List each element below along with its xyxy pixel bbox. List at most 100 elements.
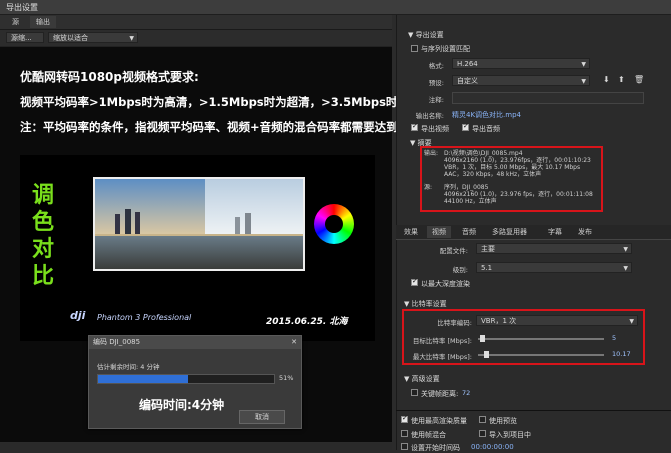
preset-value: 自定义	[457, 77, 478, 85]
target-bitrate-slider[interactable]	[478, 338, 604, 340]
level-dropdown[interactable]: 5.1 ▼	[476, 262, 632, 273]
video-date-text: 2015.06.25. 北海	[266, 317, 348, 327]
comment-input[interactable]	[452, 92, 644, 104]
save-preset-icon[interactable]: ⬇	[603, 75, 610, 84]
export-audio-label: 导出音频	[472, 125, 500, 133]
tab-output[interactable]: 输出	[30, 16, 56, 28]
timeline-bar[interactable]	[0, 443, 392, 450]
export-video-label: 导出视频	[421, 125, 449, 133]
frame-blend-label: 使用帧混合	[411, 431, 446, 439]
divider	[396, 410, 671, 411]
max-bitrate-knob[interactable]	[484, 351, 489, 358]
zoom-dropdown[interactable]: 缩放以适合 ▼	[48, 32, 138, 43]
output-name-link[interactable]: 精灵4K调色对比.mp4	[452, 110, 521, 120]
window-title: 导出设置	[6, 3, 38, 12]
target-bitrate-knob[interactable]	[480, 335, 485, 342]
dialog-titlebar: 编码 DJI_0085 ✕	[89, 336, 301, 349]
color-wheel-icon	[314, 204, 354, 244]
source-scale-dropdown[interactable]: 源缩...	[6, 32, 44, 43]
tab-multiplexer[interactable]: 多路复用器	[487, 226, 532, 238]
export-video-checkbox[interactable]	[411, 122, 418, 131]
encoding-value: VBR，1 次	[481, 317, 517, 325]
match-sequence-label: 与序列设置匹配	[421, 45, 470, 53]
max-bitrate-slider[interactable]	[478, 354, 604, 356]
progress-fill	[98, 375, 188, 383]
export-section-header[interactable]: ▼ 导出设置	[408, 30, 444, 40]
import-project-checkbox[interactable]	[479, 430, 486, 437]
source-scale-label: 源缩...	[11, 34, 32, 42]
dji-logo: dji	[70, 309, 86, 322]
format-label: 格式:	[428, 62, 444, 70]
close-icon[interactable]: ✕	[291, 336, 297, 349]
advanced-section-header[interactable]: ▼ 高级设置	[404, 374, 440, 384]
progress-percent: 51%	[279, 374, 294, 382]
max-render-quality-checkbox[interactable]	[401, 414, 408, 423]
frame-blend-checkbox[interactable]	[401, 430, 408, 437]
keyframe-checkbox[interactable]	[411, 389, 418, 396]
export-audio-checkbox[interactable]	[462, 122, 469, 131]
encoding-label: 比特率编码:	[437, 319, 472, 327]
profile-label: 配置文件:	[439, 247, 468, 255]
chevron-down-icon: ▼	[629, 318, 634, 325]
level-value: 5.1	[481, 264, 493, 272]
start-time-label: 设置开始时间码	[411, 444, 460, 452]
max-bitrate-value[interactable]: 10.17	[612, 350, 631, 358]
use-preview-label: 使用预览	[489, 417, 517, 425]
dialog-title: 编码 DJI_0085	[93, 338, 141, 346]
encode-time-text: 编码时间:4分钟	[139, 398, 225, 412]
comment-label: 注释:	[428, 96, 444, 104]
start-time-checkbox[interactable]	[401, 443, 408, 450]
max-render-quality-label: 使用最高渲染质量	[411, 417, 467, 425]
max-depth-label: 以最大深度渲染	[421, 280, 470, 288]
target-bitrate-label: 目标比特率 [Mbps]:	[412, 337, 472, 345]
bitrate-section-header[interactable]: ▼ 比特率设置	[404, 299, 447, 309]
zoom-label: 缩放以适合	[53, 34, 88, 42]
note-line-3: 注：平均码率的条件，指视频平均码率、视频+音频的混合码率都需要达到要求.	[20, 120, 426, 134]
bitrate-section-title: 比特率设置	[411, 300, 447, 308]
target-bitrate-value[interactable]: 5	[612, 334, 616, 342]
profile-dropdown[interactable]: 主要 ▼	[476, 243, 632, 254]
keyframe-label: 关键帧距离:	[421, 390, 459, 398]
encoding-progress-bar	[97, 374, 275, 384]
tab-video[interactable]: 视频	[427, 226, 451, 238]
encoding-dialog: 编码 DJI_0085 ✕ 估计剩余时间: 4 分钟 51% 编码时间:4分钟 …	[88, 335, 302, 429]
preset-label: 预设:	[428, 79, 444, 87]
bitrate-encoding-dropdown[interactable]: VBR，1 次 ▼	[476, 315, 638, 326]
use-preview-checkbox[interactable]	[479, 416, 486, 423]
chevron-down-icon: ▼	[129, 35, 134, 42]
comparison-photo	[93, 177, 305, 271]
note-line-2: 视频平均码率>1Mbps时为高清，>1.5Mbps时为超清，>3.5Mbps时为…	[20, 95, 454, 109]
import-project-label: 导入到项目中	[489, 431, 531, 439]
preset-dropdown[interactable]: 自定义 ▼	[452, 75, 590, 86]
remaining-time: 估计剩余时间: 4 分钟	[97, 363, 160, 371]
preview-toolbar: 源缩... 缩放以适合 ▼	[0, 30, 392, 47]
tab-effects[interactable]: 效果	[399, 226, 423, 238]
chevron-down-icon: ▼	[623, 246, 628, 253]
max-bitrate-label: 最大比特率 [Mbps]:	[412, 353, 472, 361]
phantom-model-text: Phantom 3 Professional	[97, 313, 192, 322]
import-preset-icon[interactable]: ⬆	[618, 75, 625, 84]
tab-publish[interactable]: 发布	[573, 226, 597, 238]
level-label: 级别:	[452, 266, 468, 274]
tab-captions[interactable]: 字幕	[543, 226, 567, 238]
video-title-text: 调色对比	[31, 183, 54, 289]
summary-output-line-4: AAC，320 Kbps，48 kHz，立体声	[444, 171, 542, 178]
profile-value: 主要	[481, 245, 495, 253]
summary-source-line-3: 44100 Hz，立体声	[444, 198, 497, 205]
format-dropdown[interactable]: H.264 ▼	[452, 58, 590, 69]
format-value: H.264	[457, 60, 478, 68]
max-depth-checkbox[interactable]	[411, 277, 418, 286]
match-sequence-checkbox[interactable]	[411, 45, 418, 52]
keyframe-value[interactable]: 72	[462, 389, 470, 397]
export-section-title: 导出设置	[415, 31, 444, 39]
tab-source[interactable]: 源	[6, 16, 25, 28]
note-line-1: 优酷网转码1080p视频格式要求:	[20, 70, 199, 84]
chevron-down-icon: ▼	[623, 265, 628, 272]
tab-audio[interactable]: 音频	[457, 226, 481, 238]
advanced-section-title: 高级设置	[411, 375, 440, 383]
preview-tabs: 源 输出	[0, 15, 392, 30]
summary-output-prefix: 输出:	[424, 150, 439, 157]
delete-preset-icon[interactable]: 🗑	[634, 75, 644, 84]
cancel-button[interactable]: 取消	[239, 410, 285, 424]
window-titlebar: 导出设置	[0, 0, 671, 15]
